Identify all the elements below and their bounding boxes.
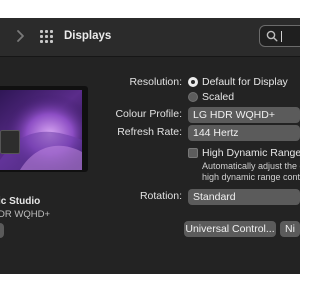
hdr-label: High Dynamic Range [202, 147, 300, 159]
monitor-options-button[interactable] [0, 223, 4, 238]
resolution-label: Resolution: [129, 76, 182, 88]
rotation-popup[interactable]: Standard [188, 189, 300, 205]
search-icon [266, 30, 278, 42]
toolbar: Displays [0, 18, 300, 57]
refresh-rate-label: Refresh Rate: [117, 126, 182, 138]
resolution-scaled-label: Scaled [202, 91, 235, 103]
resolution-default-label: Default for Display [202, 76, 288, 88]
night-shift-button[interactable]: Ni [280, 221, 300, 237]
resolution-scaled-radio[interactable] [188, 92, 198, 102]
hdr-description-line2: high dynamic range conten [202, 172, 300, 182]
universal-control-button[interactable]: Universal Control... [184, 221, 276, 237]
hdr-description-line1: Automatically adjust the dis [202, 161, 300, 171]
rotation-label: Rotation: [139, 190, 182, 202]
monitor-name: ic Studio [0, 196, 41, 207]
window-thumbnail [0, 130, 20, 154]
grid-icon[interactable] [40, 30, 54, 44]
text-cursor [281, 31, 282, 42]
hdr-checkbox[interactable] [188, 148, 198, 158]
search-field[interactable] [259, 25, 300, 47]
refresh-rate-popup[interactable]: 144 Hertz [188, 125, 300, 141]
colour-profile-label: Colour Profile: [115, 108, 182, 120]
window-title: Displays [64, 30, 112, 42]
resolution-default-radio[interactable] [188, 77, 198, 87]
monitor-model: DR WQHD+ [0, 209, 50, 220]
colour-profile-popup[interactable]: LG HDR WQHD+ [188, 107, 300, 123]
displays-window: Displays ic Studio DR WQHD+ Resolution: … [0, 18, 300, 274]
chevron-right-icon[interactable] [12, 27, 28, 45]
